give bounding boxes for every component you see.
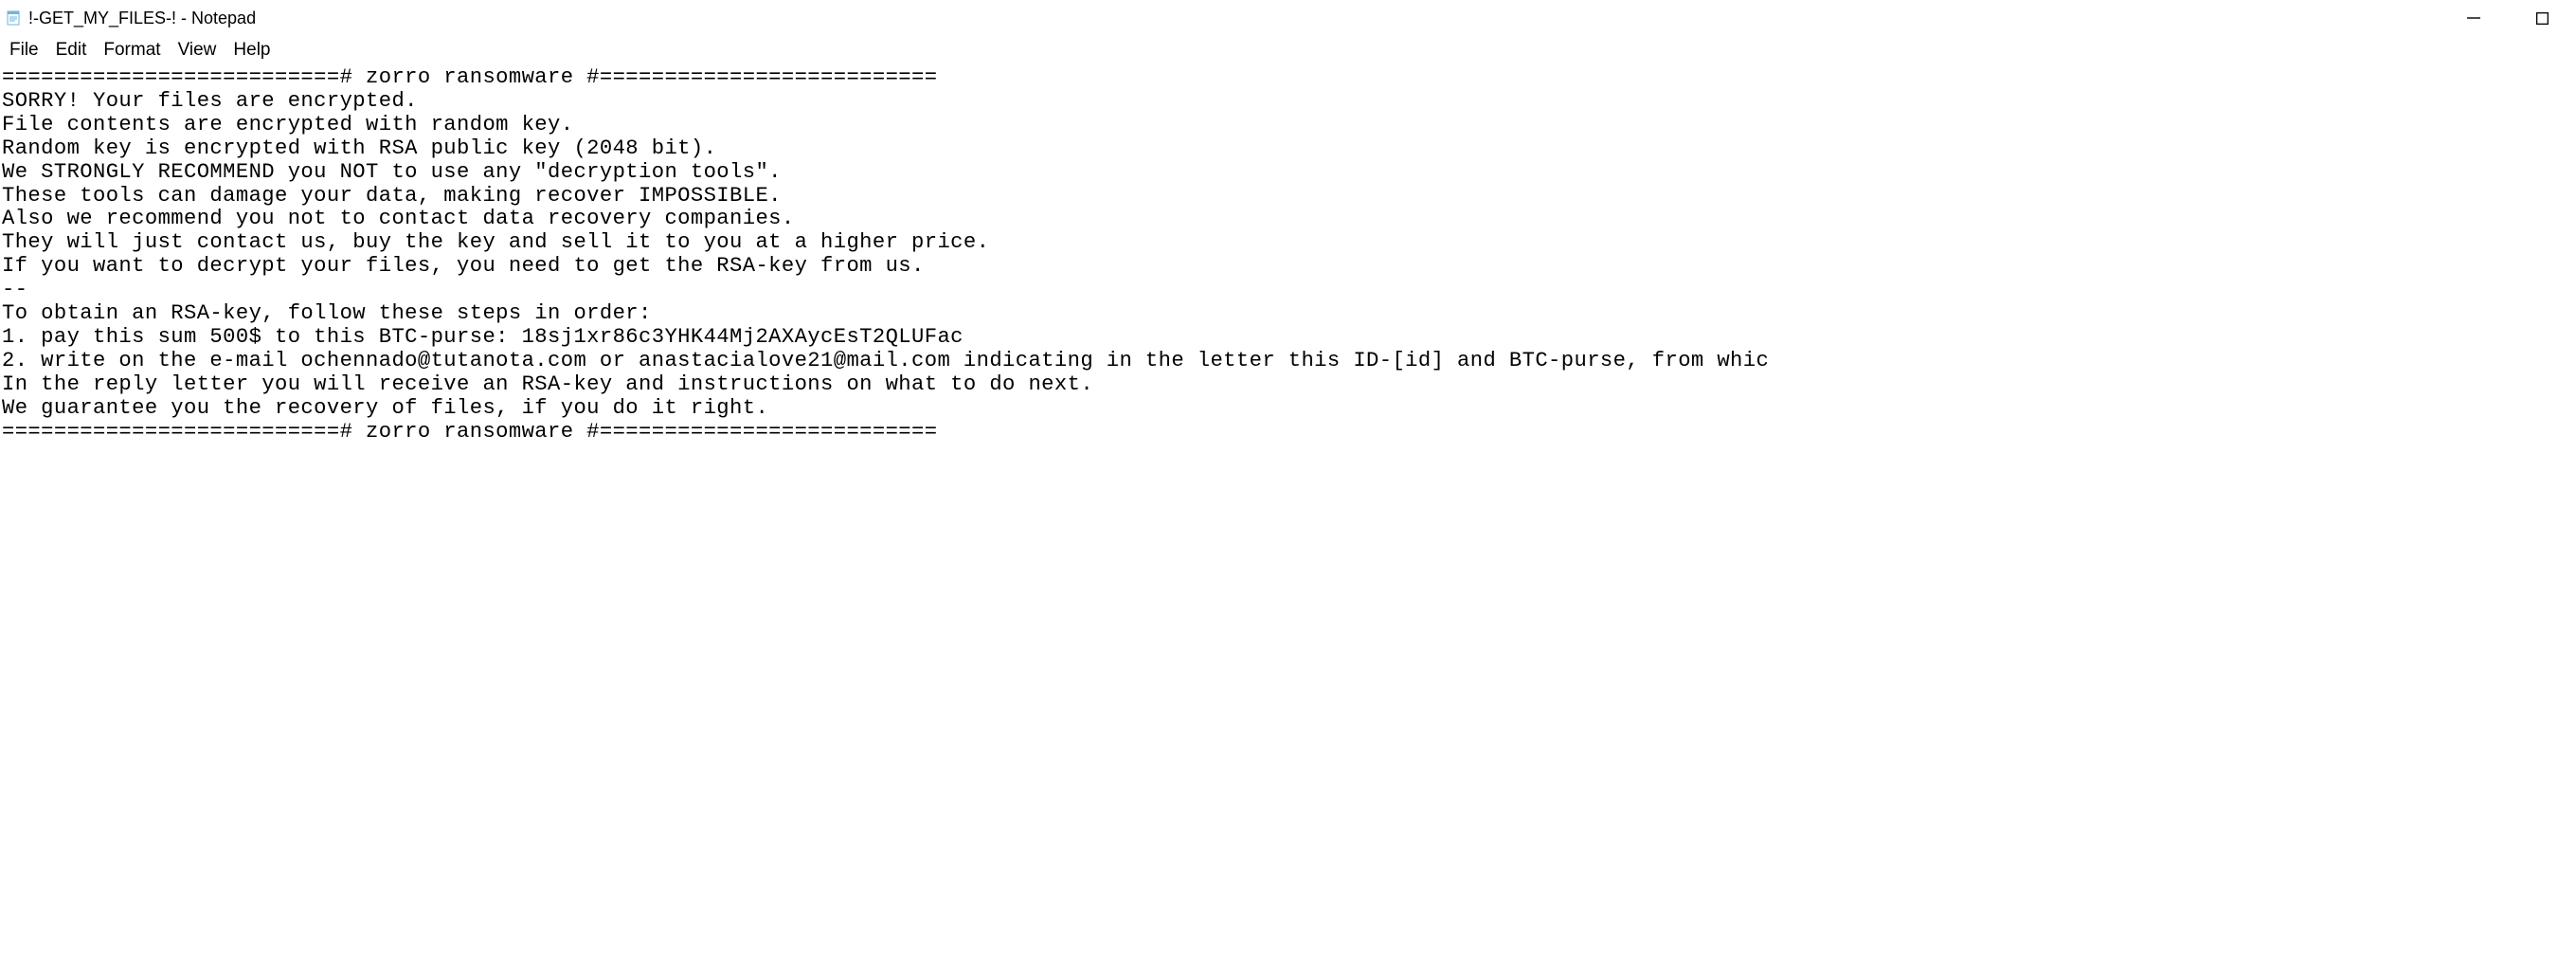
- maximize-button[interactable]: [2508, 0, 2576, 36]
- text-editor-area[interactable]: ==========================# zorro ransom…: [0, 64, 2576, 444]
- menu-view[interactable]: View: [171, 36, 225, 64]
- notepad-icon: [6, 10, 21, 26]
- window-controls: [2440, 0, 2576, 36]
- menubar: File Edit Format View Help: [0, 36, 2576, 64]
- menu-file[interactable]: File: [2, 36, 46, 64]
- menu-format[interactable]: Format: [96, 36, 168, 64]
- window-title: !-GET_MY_FILES-! - Notepad: [28, 9, 256, 28]
- minimize-button[interactable]: [2440, 0, 2508, 36]
- menu-help[interactable]: Help: [225, 36, 278, 64]
- menu-edit[interactable]: Edit: [48, 36, 95, 64]
- document-text[interactable]: ==========================# zorro ransom…: [2, 66, 2572, 444]
- window-titlebar: !-GET_MY_FILES-! - Notepad: [0, 0, 2576, 36]
